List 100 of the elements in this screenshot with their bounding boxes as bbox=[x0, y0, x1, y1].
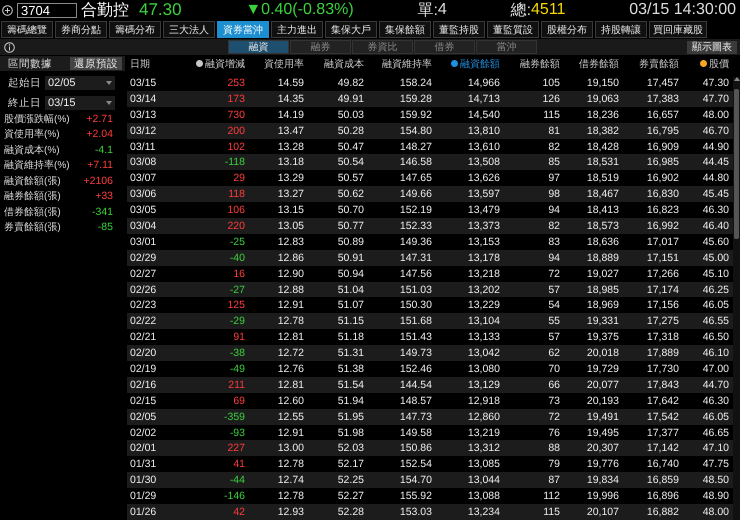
tab[interactable]: 資券當沖 bbox=[217, 21, 269, 38]
table-cell-text: 147.56 bbox=[398, 268, 432, 280]
table-cell-text: 17,156 bbox=[646, 299, 679, 312]
table-cell-text: 12.83 bbox=[276, 236, 304, 248]
table-cell-text: 13.18 bbox=[276, 156, 304, 168]
table-cell-text: 47.10 bbox=[702, 442, 729, 454]
tab[interactable]: 董監持股 bbox=[433, 21, 485, 38]
table-cell-text: 91 bbox=[232, 331, 245, 344]
table-cell-text: 13.29 bbox=[276, 172, 304, 184]
table-cell-text: 44.80 bbox=[702, 172, 729, 184]
tab[interactable]: 主力進出 bbox=[271, 21, 323, 38]
table-cell-text: 57 bbox=[547, 331, 560, 344]
table-cell-text: 50.94 bbox=[336, 268, 364, 280]
scroll-up-icon[interactable] bbox=[734, 77, 740, 81]
table-cell-text: 12.81 bbox=[276, 378, 304, 391]
table-cell-text: 18,985 bbox=[586, 284, 619, 296]
column-header: 融券餘額 bbox=[519, 58, 560, 70]
sub-tab[interactable]: 融券 bbox=[290, 40, 351, 54]
table-cell-text: 48.00 bbox=[702, 108, 729, 121]
table-cell-text: 13,626 bbox=[466, 172, 500, 184]
tab[interactable]: 買回庫藏股 bbox=[649, 21, 707, 38]
table-cell-text: 85 bbox=[547, 156, 560, 168]
date-dropdown[interactable]: 03/15 bbox=[45, 96, 115, 110]
show-chart-button[interactable]: 顯示圖表 bbox=[687, 40, 737, 54]
table-cell-text: 125 bbox=[226, 299, 245, 312]
table-cell-text: -27 bbox=[228, 284, 245, 296]
table-cell-text: 45.45 bbox=[702, 188, 729, 200]
table-cell-text: 46.50 bbox=[702, 331, 729, 344]
table-cell-text: 17,142 bbox=[646, 442, 679, 454]
table-cell-text: 19,776 bbox=[586, 458, 619, 470]
table-cell-text: 51.98 bbox=[336, 426, 364, 439]
table-cell-text: 13,479 bbox=[466, 204, 500, 216]
table-cell-text: 18,531 bbox=[586, 156, 619, 168]
table-cell-text: 13,085 bbox=[466, 458, 500, 470]
table-cell-text: -38 bbox=[228, 347, 245, 360]
table-cell-text: -49 bbox=[228, 362, 245, 375]
table-cell-text: 253 bbox=[226, 76, 245, 89]
table-cell-text: 12.86 bbox=[276, 252, 304, 264]
table-cell-text: 87 bbox=[547, 474, 560, 486]
table-cell-text: 45.10 bbox=[702, 268, 729, 280]
tab[interactable]: 董監質設 bbox=[487, 21, 539, 38]
table-cell-text: 14.35 bbox=[276, 92, 304, 105]
table-cell-text: 150.86 bbox=[398, 442, 432, 454]
table-cell-text: 42 bbox=[232, 506, 245, 518]
tab[interactable]: 股權分布 bbox=[541, 21, 593, 38]
table-cell-text: 02/29 bbox=[130, 252, 158, 264]
table-cell-text: 18,382 bbox=[586, 124, 619, 137]
table-cell-text: 82 bbox=[547, 140, 560, 152]
table-cell-text: 17,843 bbox=[646, 378, 679, 391]
tab[interactable]: 籌碼總覽 bbox=[1, 21, 53, 38]
table-cell-text: 03/07 bbox=[130, 172, 158, 184]
stat-value: +2106 bbox=[84, 174, 113, 187]
table-cell-text: 12.78 bbox=[276, 315, 304, 328]
tab[interactable]: 集保餘額 bbox=[379, 21, 431, 38]
add-icon[interactable] bbox=[2, 4, 13, 16]
table-cell-text: 159.28 bbox=[398, 92, 432, 105]
table-cell-text: 44.45 bbox=[702, 156, 729, 168]
table-cell-text: 146.58 bbox=[398, 156, 432, 168]
tab[interactable]: 券商分點 bbox=[55, 21, 107, 38]
sub-tab[interactable]: 借券 bbox=[414, 40, 475, 54]
table-cell-text: 19,996 bbox=[586, 490, 619, 502]
table-cell-text: 57 bbox=[547, 284, 560, 296]
table-cell-text: 19,495 bbox=[586, 426, 619, 439]
table-cell-text: 12.81 bbox=[276, 331, 304, 344]
table-cell-text: 151.68 bbox=[398, 315, 432, 328]
table-cell-text: 17,642 bbox=[646, 394, 679, 407]
sub-tab[interactable]: 當沖 bbox=[476, 40, 537, 54]
table-cell-text: 147.73 bbox=[398, 410, 432, 423]
table-cell-text: 19,375 bbox=[586, 331, 619, 344]
table-cell-text: 16,795 bbox=[646, 124, 679, 137]
reset-button[interactable]: 還原預設 bbox=[70, 57, 122, 70]
sub-tab[interactable]: 券資比 bbox=[352, 40, 413, 54]
table-cell-text: 19,063 bbox=[586, 92, 619, 105]
table-cell-text: 13,229 bbox=[466, 299, 500, 312]
table-cell-text: 45.60 bbox=[702, 236, 729, 248]
table-cell-text: 13,129 bbox=[466, 378, 500, 391]
table-cell-text: 13,597 bbox=[466, 188, 500, 200]
table-cell-text: 82 bbox=[547, 220, 560, 232]
table-cell-text: -93 bbox=[228, 426, 245, 439]
tab[interactable]: 籌碼分布 bbox=[109, 21, 161, 38]
tab[interactable]: 持股轉讓 bbox=[595, 21, 647, 38]
table-cell-text: 94 bbox=[547, 252, 560, 264]
date-dropdown[interactable]: 02/05 bbox=[45, 76, 115, 90]
table-cell-text: 51.18 bbox=[336, 331, 364, 344]
table-cell-text: -146 bbox=[222, 490, 245, 502]
stock-code-field[interactable]: 3704 bbox=[17, 2, 77, 18]
scrollbar[interactable] bbox=[733, 77, 740, 520]
table-cell-text: 17,266 bbox=[646, 268, 679, 280]
table-cell-text: 02/01 bbox=[130, 442, 158, 454]
tab[interactable]: 集保大戶 bbox=[325, 21, 377, 38]
table-cell-text: 13,044 bbox=[466, 474, 500, 486]
table-cell-text: 12.74 bbox=[276, 474, 304, 486]
table-cell-text: 50.03 bbox=[336, 108, 364, 121]
table-cell-text: 76 bbox=[547, 426, 560, 439]
info-icon[interactable] bbox=[4, 42, 15, 52]
tab[interactable]: 三大法人 bbox=[163, 21, 215, 38]
table-cell-text: 155.92 bbox=[398, 490, 432, 502]
sub-tab[interactable]: 融資 bbox=[228, 40, 289, 54]
table-cell-text: 19,834 bbox=[586, 474, 619, 486]
table-cell-text: 14,540 bbox=[466, 108, 500, 121]
